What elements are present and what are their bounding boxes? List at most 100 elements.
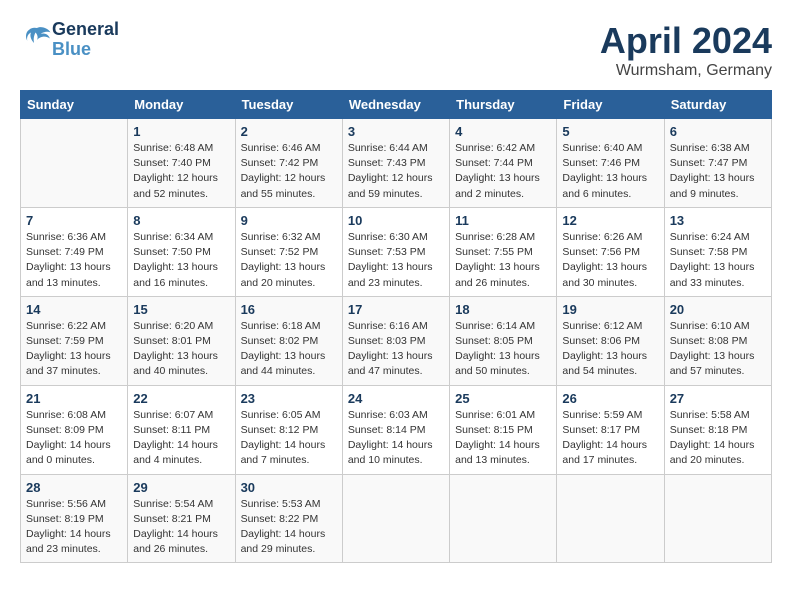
calendar-cell: 5 Sunrise: 6:40 AM Sunset: 7:46 PM Daylig… — [557, 119, 664, 208]
cell-content: Sunrise: 6:20 AM Sunset: 8:01 PM Dayligh… — [133, 319, 229, 380]
logo: GeneralBlue — [20, 20, 119, 60]
cell-content: Sunrise: 6:36 AM Sunset: 7:49 PM Dayligh… — [26, 230, 122, 291]
calendar-cell — [21, 119, 128, 208]
day-number: 14 — [26, 302, 122, 317]
calendar-cell — [557, 474, 664, 563]
day-number: 2 — [241, 124, 337, 139]
calendar-body: 1Sunrise: 6:48 AM Sunset: 7:40 PM Daylig… — [21, 119, 772, 563]
calendar-cell: 28 Sunrise: 5:56 AM Sunset: 8:19 PM Dayli… — [21, 474, 128, 563]
day-number: 25 — [455, 391, 551, 406]
calendar-cell: 17Sunrise: 6:16 AM Sunset: 8:03 PM Dayli… — [342, 296, 449, 385]
calendar-cell: 20 Sunrise: 6:10 AM Sunset: 8:08 PM Dayli… — [664, 296, 771, 385]
calendar-cell: 10 Sunrise: 6:30 AM Sunset: 7:53 PM Dayli… — [342, 207, 449, 296]
cell-content: Sunrise: 6:05 AM Sunset: 8:12 PM Dayligh… — [241, 408, 337, 469]
cell-content: Sunrise: 5:56 AM Sunset: 8:19 PM Dayligh… — [26, 497, 122, 558]
calendar-cell: 6 Sunrise: 6:38 AM Sunset: 7:47 PM Daylig… — [664, 119, 771, 208]
calendar-cell: 26 Sunrise: 5:59 AM Sunset: 8:17 PM Dayli… — [557, 385, 664, 474]
day-of-week-header-row: SundayMondayTuesdayWednesdayThursdayFrid… — [21, 91, 772, 119]
cell-content: Sunrise: 6:34 AM Sunset: 7:50 PM Dayligh… — [133, 230, 229, 291]
dow-header-wednesday: Wednesday — [342, 91, 449, 119]
cell-content: Sunrise: 5:54 AM Sunset: 8:21 PM Dayligh… — [133, 497, 229, 558]
calendar-cell: 11 Sunrise: 6:28 AM Sunset: 7:55 PM Dayli… — [450, 207, 557, 296]
cell-content: Sunrise: 6:18 AM Sunset: 8:02 PM Dayligh… — [241, 319, 337, 380]
cell-content: Sunrise: 6:46 AM Sunset: 7:42 PM Dayligh… — [241, 141, 337, 202]
day-number: 24 — [348, 391, 444, 406]
day-number: 21 — [26, 391, 122, 406]
cell-content: Sunrise: 6:12 AM Sunset: 8:06 PM Dayligh… — [562, 319, 658, 380]
day-number: 13 — [670, 213, 766, 228]
day-number: 15 — [133, 302, 229, 317]
cell-content: Sunrise: 6:07 AM Sunset: 8:11 PM Dayligh… — [133, 408, 229, 469]
calendar-cell — [664, 474, 771, 563]
day-number: 17 — [348, 302, 444, 317]
cell-content: Sunrise: 6:30 AM Sunset: 7:53 PM Dayligh… — [348, 230, 444, 291]
day-number: 23 — [241, 391, 337, 406]
calendar-cell: 8 Sunrise: 6:34 AM Sunset: 7:50 PM Daylig… — [128, 207, 235, 296]
location-subtitle: Wurmsham, Germany — [600, 62, 772, 80]
day-number: 7 — [26, 213, 122, 228]
title-block: April 2024 Wurmsham, Germany — [600, 20, 772, 80]
cell-content: Sunrise: 6:40 AM Sunset: 7:46 PM Dayligh… — [562, 141, 658, 202]
cell-content: Sunrise: 5:58 AM Sunset: 8:18 PM Dayligh… — [670, 408, 766, 469]
calendar-cell: 23 Sunrise: 6:05 AM Sunset: 8:12 PM Dayli… — [235, 385, 342, 474]
calendar-cell: 2 Sunrise: 6:46 AM Sunset: 7:42 PM Daylig… — [235, 119, 342, 208]
cell-content: Sunrise: 6:01 AM Sunset: 8:15 PM Dayligh… — [455, 408, 551, 469]
cell-content: Sunrise: 6:14 AM Sunset: 8:05 PM Dayligh… — [455, 319, 551, 380]
day-number: 20 — [670, 302, 766, 317]
cell-content: Sunrise: 6:38 AM Sunset: 7:47 PM Dayligh… — [670, 141, 766, 202]
calendar-cell: 18 Sunrise: 6:14 AM Sunset: 8:05 PM Dayli… — [450, 296, 557, 385]
day-number: 26 — [562, 391, 658, 406]
day-number: 16 — [241, 302, 337, 317]
day-number: 27 — [670, 391, 766, 406]
calendar-week-row: 28 Sunrise: 5:56 AM Sunset: 8:19 PM Dayli… — [21, 474, 772, 563]
calendar-cell — [450, 474, 557, 563]
calendar-cell: 19 Sunrise: 6:12 AM Sunset: 8:06 PM Dayli… — [557, 296, 664, 385]
day-number: 19 — [562, 302, 658, 317]
day-number: 6 — [670, 124, 766, 139]
calendar-cell: 27 Sunrise: 5:58 AM Sunset: 8:18 PM Dayli… — [664, 385, 771, 474]
calendar-week-row: 1Sunrise: 6:48 AM Sunset: 7:40 PM Daylig… — [21, 119, 772, 208]
day-number: 30 — [241, 480, 337, 495]
cell-content: Sunrise: 6:10 AM Sunset: 8:08 PM Dayligh… — [670, 319, 766, 380]
calendar-cell: 29 Sunrise: 5:54 AM Sunset: 8:21 PM Dayli… — [128, 474, 235, 563]
dow-header-thursday: Thursday — [450, 91, 557, 119]
dow-header-friday: Friday — [557, 91, 664, 119]
cell-content: Sunrise: 6:03 AM Sunset: 8:14 PM Dayligh… — [348, 408, 444, 469]
calendar-cell: 9Sunrise: 6:32 AM Sunset: 7:52 PM Daylig… — [235, 207, 342, 296]
day-number: 8 — [133, 213, 229, 228]
calendar-cell: 1Sunrise: 6:48 AM Sunset: 7:40 PM Daylig… — [128, 119, 235, 208]
day-number: 29 — [133, 480, 229, 495]
dow-header-monday: Monday — [128, 91, 235, 119]
cell-content: Sunrise: 6:24 AM Sunset: 7:58 PM Dayligh… — [670, 230, 766, 291]
calendar-cell: 21 Sunrise: 6:08 AM Sunset: 8:09 PM Dayli… — [21, 385, 128, 474]
cell-content: Sunrise: 6:22 AM Sunset: 7:59 PM Dayligh… — [26, 319, 122, 380]
logo-text: GeneralBlue — [52, 20, 119, 60]
dow-header-tuesday: Tuesday — [235, 91, 342, 119]
day-number: 11 — [455, 213, 551, 228]
month-title: April 2024 — [600, 20, 772, 62]
calendar-week-row: 7 Sunrise: 6:36 AM Sunset: 7:49 PM Daylig… — [21, 207, 772, 296]
logo-bird-icon — [22, 22, 52, 52]
calendar-cell: 7 Sunrise: 6:36 AM Sunset: 7:49 PM Daylig… — [21, 207, 128, 296]
day-number: 18 — [455, 302, 551, 317]
calendar-cell: 22Sunrise: 6:07 AM Sunset: 8:11 PM Dayli… — [128, 385, 235, 474]
calendar-cell: 24 Sunrise: 6:03 AM Sunset: 8:14 PM Dayli… — [342, 385, 449, 474]
calendar-week-row: 14 Sunrise: 6:22 AM Sunset: 7:59 PM Dayli… — [21, 296, 772, 385]
day-number: 4 — [455, 124, 551, 139]
day-number: 5 — [562, 124, 658, 139]
cell-content: Sunrise: 6:08 AM Sunset: 8:09 PM Dayligh… — [26, 408, 122, 469]
calendar-cell: 16 Sunrise: 6:18 AM Sunset: 8:02 PM Dayli… — [235, 296, 342, 385]
calendar-cell — [342, 474, 449, 563]
calendar-cell: 14 Sunrise: 6:22 AM Sunset: 7:59 PM Dayli… — [21, 296, 128, 385]
calendar-cell: 30Sunrise: 5:53 AM Sunset: 8:22 PM Dayli… — [235, 474, 342, 563]
day-number: 10 — [348, 213, 444, 228]
calendar-cell: 15 Sunrise: 6:20 AM Sunset: 8:01 PM Dayli… — [128, 296, 235, 385]
cell-content: Sunrise: 5:59 AM Sunset: 8:17 PM Dayligh… — [562, 408, 658, 469]
calendar-cell: 4 Sunrise: 6:42 AM Sunset: 7:44 PM Daylig… — [450, 119, 557, 208]
day-number: 28 — [26, 480, 122, 495]
cell-content: Sunrise: 6:42 AM Sunset: 7:44 PM Dayligh… — [455, 141, 551, 202]
day-number: 3 — [348, 124, 444, 139]
calendar-cell: 12Sunrise: 6:26 AM Sunset: 7:56 PM Dayli… — [557, 207, 664, 296]
cell-content: Sunrise: 6:28 AM Sunset: 7:55 PM Dayligh… — [455, 230, 551, 291]
day-number: 9 — [241, 213, 337, 228]
